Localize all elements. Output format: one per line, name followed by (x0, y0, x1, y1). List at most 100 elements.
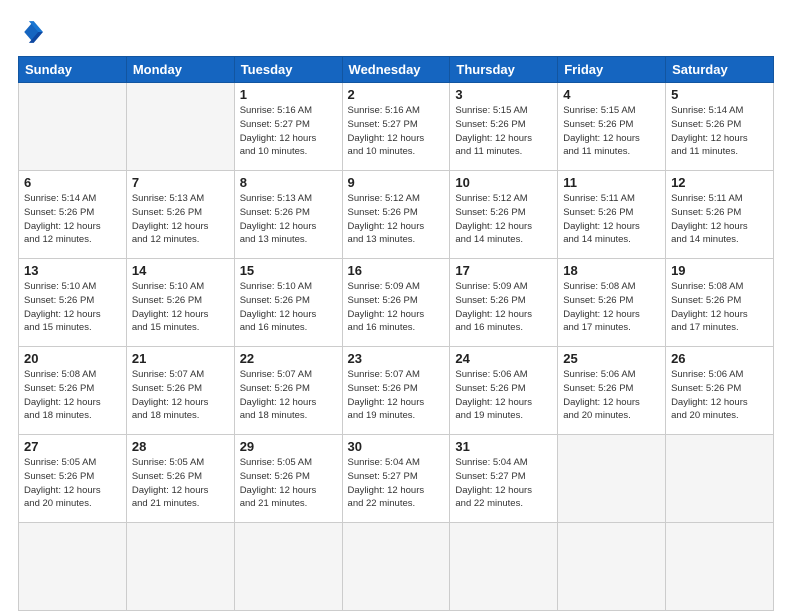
calendar-cell: 7 Sunrise: 5:13 AM Sunset: 5:26 PM Daylig… (126, 171, 234, 259)
day-info: Sunrise: 5:09 AM Sunset: 5:26 PM Dayligh… (348, 280, 445, 335)
day-number: 26 (671, 351, 768, 366)
calendar-cell: 26 Sunrise: 5:06 AM Sunset: 5:26 PM Dayli… (666, 347, 774, 435)
day-number: 15 (240, 263, 337, 278)
calendar-cell: 6Sunrise: 5:14 AM Sunset: 5:26 PM Daylig… (19, 171, 127, 259)
calendar-cell: 12 Sunrise: 5:11 AM Sunset: 5:26 PM Dayli… (666, 171, 774, 259)
day-info: Sunrise: 5:04 AM Sunset: 5:27 PM Dayligh… (455, 456, 552, 511)
day-info: Sunrise: 5:06 AM Sunset: 5:26 PM Dayligh… (671, 368, 768, 423)
day-info: Sunrise: 5:06 AM Sunset: 5:26 PM Dayligh… (563, 368, 660, 423)
calendar-cell (19, 83, 127, 171)
day-info: Sunrise: 5:13 AM Sunset: 5:26 PM Dayligh… (132, 192, 229, 247)
header (18, 18, 774, 46)
day-number: 9 (348, 175, 445, 190)
day-info: Sunrise: 5:13 AM Sunset: 5:26 PM Dayligh… (240, 192, 337, 247)
weekday-header-sunday: Sunday (19, 57, 127, 83)
day-info: Sunrise: 5:11 AM Sunset: 5:26 PM Dayligh… (563, 192, 660, 247)
day-number: 13 (24, 263, 121, 278)
calendar-cell: 8 Sunrise: 5:13 AM Sunset: 5:26 PM Daylig… (234, 171, 342, 259)
day-number: 23 (348, 351, 445, 366)
calendar-row-0: 1 Sunrise: 5:16 AM Sunset: 5:27 PM Daylig… (19, 83, 774, 171)
calendar-cell: 28Sunrise: 5:05 AM Sunset: 5:26 PM Dayli… (126, 435, 234, 523)
calendar-cell: 9 Sunrise: 5:12 AM Sunset: 5:26 PM Daylig… (342, 171, 450, 259)
calendar-cell (342, 523, 450, 611)
day-number: 2 (348, 87, 445, 102)
calendar-row-4: 27 Sunrise: 5:05 AM Sunset: 5:26 PM Dayli… (19, 435, 774, 523)
day-info: Sunrise: 5:14 AM Sunset: 5:26 PM Dayligh… (24, 192, 121, 247)
day-info: Sunrise: 5:09 AM Sunset: 5:26 PM Dayligh… (455, 280, 552, 335)
day-info: Sunrise: 5:10 AM Sunset: 5:26 PM Dayligh… (240, 280, 337, 335)
day-number: 22 (240, 351, 337, 366)
calendar-cell: 13 Sunrise: 5:10 AM Sunset: 5:26 PM Dayli… (19, 259, 127, 347)
day-info: Sunrise: 5:10 AM Sunset: 5:26 PM Dayligh… (132, 280, 229, 335)
day-number: 19 (671, 263, 768, 278)
calendar-cell (558, 435, 666, 523)
calendar-cell: 10 Sunrise: 5:12 AM Sunset: 5:26 PM Dayli… (450, 171, 558, 259)
calendar-cell (666, 523, 774, 611)
calendar-cell: 1 Sunrise: 5:16 AM Sunset: 5:27 PM Daylig… (234, 83, 342, 171)
calendar-cell: 19 Sunrise: 5:08 AM Sunset: 5:26 PM Dayli… (666, 259, 774, 347)
calendar-cell (558, 523, 666, 611)
calendar-cell (126, 523, 234, 611)
weekday-header-monday: Monday (126, 57, 234, 83)
calendar-cell: 5Sunrise: 5:14 AM Sunset: 5:26 PM Daylig… (666, 83, 774, 171)
day-info: Sunrise: 5:04 AM Sunset: 5:27 PM Dayligh… (348, 456, 445, 511)
day-number: 21 (132, 351, 229, 366)
day-number: 1 (240, 87, 337, 102)
logo (18, 18, 50, 46)
day-number: 28 (132, 439, 229, 454)
calendar-cell: 4Sunrise: 5:15 AM Sunset: 5:26 PM Daylig… (558, 83, 666, 171)
calendar-cell (666, 435, 774, 523)
day-number: 18 (563, 263, 660, 278)
day-info: Sunrise: 5:08 AM Sunset: 5:26 PM Dayligh… (671, 280, 768, 335)
day-number: 30 (348, 439, 445, 454)
day-number: 8 (240, 175, 337, 190)
calendar-row-5 (19, 523, 774, 611)
day-info: Sunrise: 5:12 AM Sunset: 5:26 PM Dayligh… (455, 192, 552, 247)
day-number: 4 (563, 87, 660, 102)
day-info: Sunrise: 5:07 AM Sunset: 5:26 PM Dayligh… (240, 368, 337, 423)
day-number: 11 (563, 175, 660, 190)
day-info: Sunrise: 5:05 AM Sunset: 5:26 PM Dayligh… (240, 456, 337, 511)
calendar-cell: 22 Sunrise: 5:07 AM Sunset: 5:26 PM Dayli… (234, 347, 342, 435)
day-info: Sunrise: 5:05 AM Sunset: 5:26 PM Dayligh… (24, 456, 121, 511)
day-info: Sunrise: 5:16 AM Sunset: 5:27 PM Dayligh… (240, 104, 337, 159)
day-number: 27 (24, 439, 121, 454)
day-number: 14 (132, 263, 229, 278)
calendar-cell: 17 Sunrise: 5:09 AM Sunset: 5:26 PM Dayli… (450, 259, 558, 347)
calendar-cell: 30 Sunrise: 5:04 AM Sunset: 5:27 PM Dayli… (342, 435, 450, 523)
calendar-cell: 3Sunrise: 5:15 AM Sunset: 5:26 PM Daylig… (450, 83, 558, 171)
day-number: 25 (563, 351, 660, 366)
day-number: 12 (671, 175, 768, 190)
day-info: Sunrise: 5:08 AM Sunset: 5:26 PM Dayligh… (563, 280, 660, 335)
day-number: 24 (455, 351, 552, 366)
calendar-cell: 16Sunrise: 5:09 AM Sunset: 5:26 PM Dayli… (342, 259, 450, 347)
day-info: Sunrise: 5:10 AM Sunset: 5:26 PM Dayligh… (24, 280, 121, 335)
calendar-cell: 31 Sunrise: 5:04 AM Sunset: 5:27 PM Dayli… (450, 435, 558, 523)
calendar-cell (126, 83, 234, 171)
calendar-cell: 23 Sunrise: 5:07 AM Sunset: 5:26 PM Dayli… (342, 347, 450, 435)
calendar-row-1: 6Sunrise: 5:14 AM Sunset: 5:26 PM Daylig… (19, 171, 774, 259)
day-number: 7 (132, 175, 229, 190)
day-number: 17 (455, 263, 552, 278)
calendar-cell (450, 523, 558, 611)
day-number: 31 (455, 439, 552, 454)
calendar-cell: 14 Sunrise: 5:10 AM Sunset: 5:26 PM Dayli… (126, 259, 234, 347)
calendar-cell (19, 523, 127, 611)
weekday-header-wednesday: Wednesday (342, 57, 450, 83)
calendar-cell: 21 Sunrise: 5:07 AM Sunset: 5:26 PM Dayli… (126, 347, 234, 435)
calendar-cell: 29Sunrise: 5:05 AM Sunset: 5:26 PM Dayli… (234, 435, 342, 523)
calendar-table: SundayMondayTuesdayWednesdayThursdayFrid… (18, 56, 774, 611)
day-info: Sunrise: 5:11 AM Sunset: 5:26 PM Dayligh… (671, 192, 768, 247)
day-info: Sunrise: 5:12 AM Sunset: 5:26 PM Dayligh… (348, 192, 445, 247)
calendar-row-2: 13 Sunrise: 5:10 AM Sunset: 5:26 PM Dayli… (19, 259, 774, 347)
calendar-cell: 25 Sunrise: 5:06 AM Sunset: 5:26 PM Dayli… (558, 347, 666, 435)
day-info: Sunrise: 5:07 AM Sunset: 5:26 PM Dayligh… (132, 368, 229, 423)
weekday-header-thursday: Thursday (450, 57, 558, 83)
logo-icon (18, 18, 46, 46)
day-number: 10 (455, 175, 552, 190)
day-info: Sunrise: 5:06 AM Sunset: 5:26 PM Dayligh… (455, 368, 552, 423)
day-info: Sunrise: 5:07 AM Sunset: 5:26 PM Dayligh… (348, 368, 445, 423)
calendar-cell: 18 Sunrise: 5:08 AM Sunset: 5:26 PM Dayli… (558, 259, 666, 347)
calendar-cell: 20Sunrise: 5:08 AM Sunset: 5:26 PM Dayli… (19, 347, 127, 435)
calendar-cell (234, 523, 342, 611)
